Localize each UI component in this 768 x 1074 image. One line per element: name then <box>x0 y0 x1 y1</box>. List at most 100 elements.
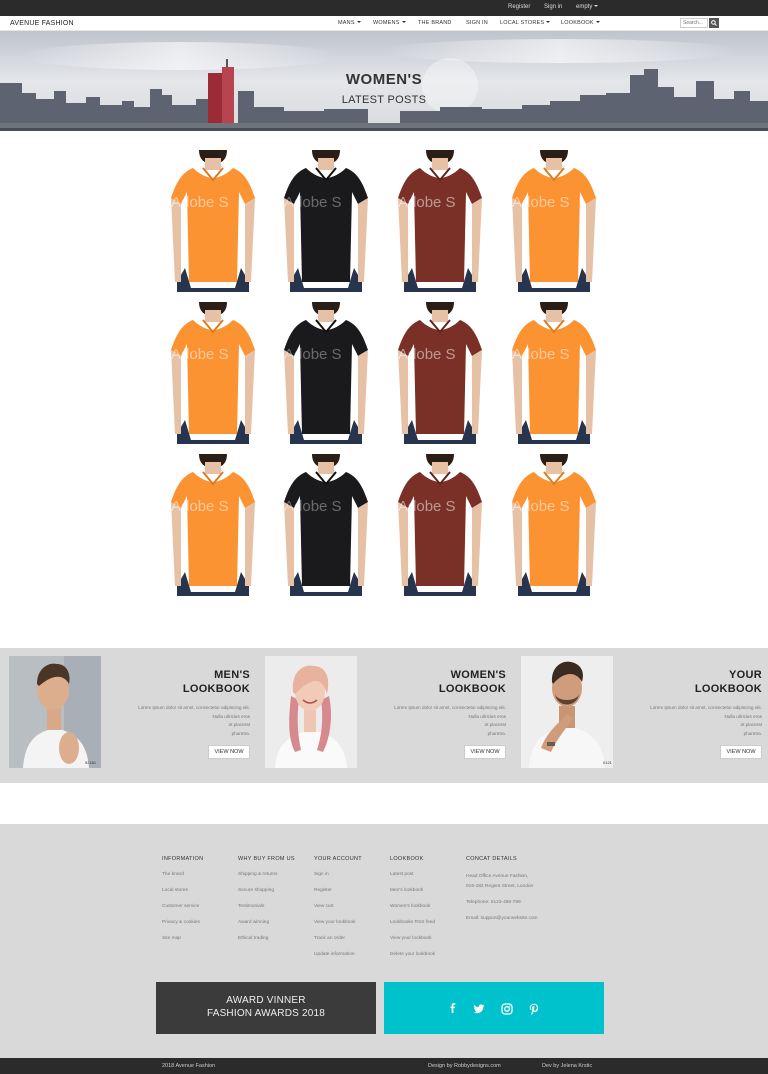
footer-link[interactable]: Lookbooks RSS feed <box>390 920 435 936</box>
contact-address-line2: 018-182 Regent Street, London <box>466 884 534 889</box>
product-card[interactable]: Adobe S <box>163 302 263 444</box>
footer-link[interactable]: Sign in <box>314 872 362 888</box>
watermark-text: Adobe S <box>171 194 229 211</box>
product-card[interactable]: Adobe S <box>504 454 604 596</box>
page-title: WOMEN'S <box>345 71 423 88</box>
watermark-text: Adobe S <box>171 498 229 515</box>
tshirt-product-image <box>390 302 490 444</box>
your-lookbook-title: YOUR LOOKBOOK <box>662 668 762 696</box>
description-line: pharetra. <box>231 730 250 736</box>
footer-link[interactable]: Local stores <box>162 888 203 904</box>
footer-column-lookbook: LOOKBOOK Latest post Men's lookbook Wome… <box>390 856 435 968</box>
tshirt-product-image <box>163 454 263 596</box>
your-lookbook-photo[interactable]: 0121 <box>521 656 613 768</box>
footer-heading: CONCAT DETAILS <box>466 856 517 862</box>
mens-lookbook-photo[interactable]: 92181 <box>9 656 101 768</box>
product-card[interactable]: Adobe S <box>504 302 604 444</box>
footer-link[interactable]: Update information <box>314 952 362 968</box>
product-card[interactable]: Adobe S <box>390 302 490 444</box>
product-card[interactable]: Adobe S <box>390 150 490 292</box>
footer-link[interactable]: Secure shopping <box>238 888 295 904</box>
your-lookbook-title-line2: LOOKBOOK <box>694 683 762 695</box>
footer-link[interactable]: Latest post <box>390 872 435 888</box>
description-line: Lorem ipsum dolor sit amet, consectetur … <box>650 705 762 710</box>
your-view-now-button[interactable]: VIEW NOW <box>720 745 762 759</box>
register-link[interactable]: Register <box>508 4 530 10</box>
footer-link[interactable]: Testimonials <box>238 904 295 920</box>
footer-link[interactable]: Delete your lookbook <box>390 952 435 968</box>
chevron-down-icon <box>546 21 551 23</box>
watermark-text: Adobe S <box>512 498 570 515</box>
twitter-icon[interactable] <box>473 1002 485 1014</box>
product-card[interactable]: Adobe S <box>276 454 376 596</box>
footer-link[interactable]: Privacy & cookies <box>162 920 203 936</box>
footer-link[interactable]: View your lookbook <box>314 920 362 936</box>
product-card[interactable]: Adobe S <box>390 454 490 596</box>
mens-lookbook-title: MEN'S LOOKBOOK <box>150 668 250 696</box>
footer-link[interactable]: Ethical trading <box>238 936 295 952</box>
description-line: pharetra. <box>487 730 506 736</box>
nav-womens[interactable]: WOMENS <box>373 20 406 26</box>
search-icon <box>711 20 717 26</box>
award-line2: FASHION AWARDS 2018 <box>206 1008 326 1019</box>
product-card[interactable]: Adobe S <box>163 454 263 596</box>
pinterest-icon[interactable] <box>528 1002 540 1016</box>
chevron-down-icon <box>356 21 361 23</box>
description-line: at placerat <box>484 722 506 727</box>
footer-link[interactable]: View cart <box>314 904 362 920</box>
nav-local-stores[interactable]: LOCAL STORES <box>500 20 551 26</box>
product-card[interactable]: Adobe S <box>504 150 604 292</box>
cart-dropdown[interactable]: empty <box>576 4 599 10</box>
design-credit[interactable]: Design by Robbydesigns.com <box>428 1063 501 1069</box>
footer-link[interactable]: The brand <box>162 872 203 888</box>
footer-link[interactable]: Track an order <box>314 936 362 952</box>
product-card[interactable]: Adobe S <box>276 302 376 444</box>
chevron-down-icon <box>401 21 406 23</box>
facebook-icon[interactable] <box>447 1002 459 1014</box>
womens-lookbook-title-line1: WOMEN'S <box>450 669 506 681</box>
copyright-text: 2018 Avenue Fashion <box>162 1063 216 1069</box>
footer-link[interactable]: Register <box>314 888 362 904</box>
womens-view-now-button[interactable]: VIEW NOW <box>464 745 506 759</box>
product-card[interactable]: Adobe S <box>163 150 263 292</box>
instagram-icon[interactable] <box>501 1002 513 1015</box>
footer-heading: INFORMATION <box>162 856 204 862</box>
main-navbar: AVENUE FASHION MANS WOMENS THE BRAND SIG… <box>0 16 768 31</box>
footer-link[interactable]: Customer service <box>162 904 203 920</box>
womens-lookbook-photo[interactable] <box>265 656 357 768</box>
watermark-text: Adobe S <box>512 194 570 211</box>
nav-the-brand[interactable]: THE BRAND <box>418 20 452 26</box>
footer-link[interactable]: Site map <box>162 936 203 952</box>
award-banner: AWARD VINNER FASHION AWARDS 2018 <box>156 982 376 1034</box>
top-bar: Register Sign in empty <box>0 0 768 16</box>
tshirt-product-image <box>390 454 490 596</box>
nav-lookbook[interactable]: LOOKBOOK <box>561 20 600 26</box>
award-line1: AWARD VINNER <box>226 995 306 1006</box>
brand-logo[interactable]: AVENUE FASHION <box>10 20 74 27</box>
tshirt-product-image <box>504 454 604 596</box>
man-model-image <box>9 656 101 768</box>
your-lookbook-description: Lorem ipsum dolor sit amet, consectetur … <box>612 704 762 738</box>
footer-link[interactable]: Award winning <box>238 920 295 936</box>
contact-email[interactable]: Email: support@yourwebsite.com <box>466 914 538 924</box>
footer-link[interactable]: Women's lookbook <box>390 904 435 920</box>
mens-view-now-button[interactable]: VIEW NOW <box>208 745 250 759</box>
search-button[interactable] <box>709 18 719 28</box>
footer-link[interactable]: Men's lookbook <box>390 888 435 904</box>
page-subtitle: LATEST POSTS <box>341 94 427 106</box>
footer-link[interactable]: Shipping & returns <box>238 872 295 888</box>
search-input[interactable] <box>680 18 708 28</box>
footer-heading: LOOKBOOK <box>390 856 424 862</box>
nav-local-stores-label: LOCAL STORES <box>500 20 545 26</box>
description-line: Nulla ultricies eros <box>724 713 762 719</box>
tshirt-product-image <box>504 150 604 292</box>
nav-mans[interactable]: MANS <box>338 20 361 26</box>
nav-sign-in[interactable]: SIGN IN <box>466 20 488 26</box>
footer-link[interactable]: View your lookbook <box>390 936 435 952</box>
sign-in-link[interactable]: Sign in <box>544 4 562 10</box>
womens-lookbook-title-line2: LOOKBOOK <box>438 683 506 695</box>
product-card[interactable]: Adobe S <box>276 150 376 292</box>
tshirt-product-image <box>276 302 376 444</box>
description-line: Lorem ipsum dolor sit amet, consectetur … <box>138 705 250 710</box>
social-links <box>384 982 604 1034</box>
